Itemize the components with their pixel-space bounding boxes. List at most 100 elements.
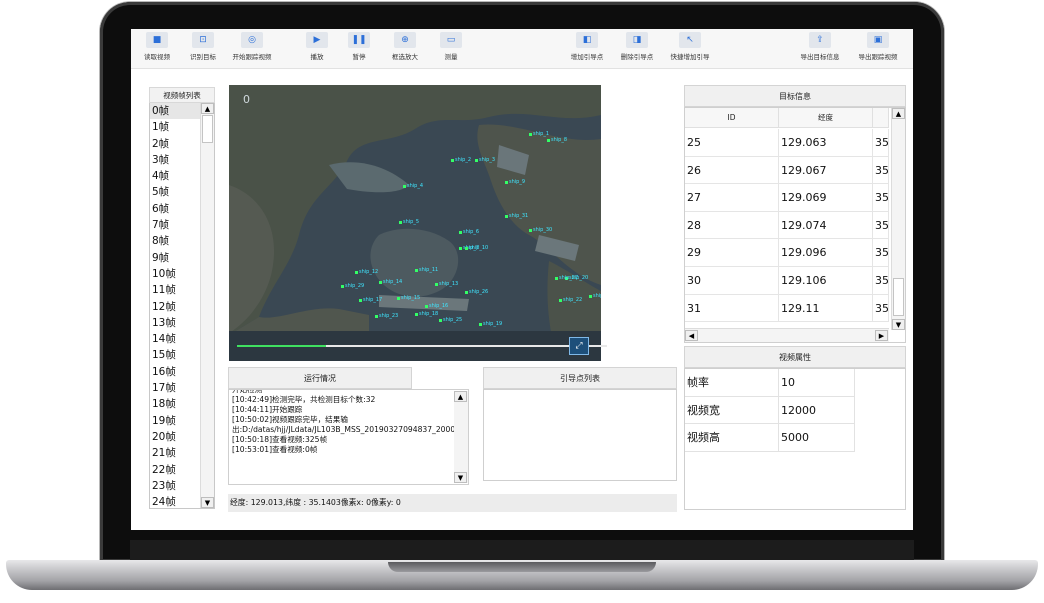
export-tracking-video-button[interactable]: ▣ 导出跟踪视频 xyxy=(849,32,907,68)
frame-list-scrollbar[interactable]: ▲ ▼ xyxy=(200,103,214,508)
quick-add-guide-button[interactable]: ↖ 快捷增加引导 xyxy=(665,32,715,68)
frame-list-item[interactable]: 5帧 xyxy=(150,184,202,200)
target-marker[interactable] xyxy=(465,291,468,294)
frame-list-item[interactable]: 11帧 xyxy=(150,282,202,298)
target-marker[interactable] xyxy=(529,133,532,136)
scroll-thumb[interactable] xyxy=(893,278,904,316)
frame-list[interactable]: 0帧 1帧 2帧 3帧 4帧 5帧 6帧 7帧 8帧 9帧 10帧 11帧 12帧 13帧 14帧 15帧 16… xyxy=(149,103,215,509)
start-tracking-button[interactable]: ◎ 开始跟踪视频 xyxy=(227,32,277,68)
target-marker[interactable] xyxy=(559,299,562,302)
pause-button[interactable]: ❚❚ 暂停 xyxy=(343,32,375,68)
frame-list-item[interactable]: 7帧 xyxy=(150,217,202,233)
frame-list-item[interactable]: 12帧 xyxy=(150,299,202,315)
table-cell: 26 xyxy=(685,156,779,185)
table-row[interactable]: 30129.10635. xyxy=(685,267,889,295)
scroll-right-icon[interactable]: ▶ xyxy=(875,330,888,341)
frame-list-item[interactable]: 24帧 xyxy=(150,494,202,510)
target-info-table[interactable]: ID 经度 ▲ ▼ ◀ ▶ 25129.06335.26129.06735.27… xyxy=(684,107,906,343)
frame-list-item[interactable]: 20帧 xyxy=(150,429,202,445)
frame-list-item[interactable]: 15帧 xyxy=(150,347,202,363)
delete-guide-button[interactable]: ◨ 删除引导点 xyxy=(615,32,659,68)
target-marker[interactable] xyxy=(415,313,418,316)
target-marker[interactable] xyxy=(459,247,462,250)
scroll-left-icon[interactable]: ◀ xyxy=(685,330,698,341)
frame-list-item[interactable]: 19帧 xyxy=(150,413,202,429)
column-header-id[interactable]: ID xyxy=(685,108,779,128)
laptop-bezel-bottom xyxy=(130,540,914,560)
detect-target-button[interactable]: ⊡ 识别目标 xyxy=(183,32,223,68)
target-table-vscroll[interactable]: ▲ ▼ xyxy=(891,108,905,330)
target-marker[interactable] xyxy=(425,305,428,308)
frame-list-item[interactable]: 1帧 xyxy=(150,119,202,135)
target-marker[interactable] xyxy=(475,159,478,162)
guide-points-list[interactable] xyxy=(483,389,677,481)
read-video-button[interactable]: ■ 读取视频 xyxy=(137,32,177,68)
target-marker[interactable] xyxy=(355,271,358,274)
target-marker[interactable] xyxy=(465,247,468,250)
target-marker[interactable] xyxy=(399,221,402,224)
target-marker[interactable] xyxy=(505,215,508,218)
frame-list-item[interactable]: 13帧 xyxy=(150,315,202,331)
table-row[interactable]: 26129.06735. xyxy=(685,156,889,185)
scroll-down-icon[interactable]: ▼ xyxy=(892,319,905,330)
target-label: ship_13 xyxy=(439,281,459,287)
target-marker[interactable] xyxy=(529,229,532,232)
scroll-up-icon[interactable]: ▲ xyxy=(454,391,467,402)
table-row[interactable]: 25129.06335. xyxy=(685,129,889,157)
log-scrollbar[interactable]: ▲ ▼ xyxy=(454,391,468,483)
target-marker[interactable] xyxy=(479,323,482,326)
scroll-down-icon[interactable]: ▼ xyxy=(454,472,467,483)
add-guide-button[interactable]: ◧ 增加引导点 xyxy=(565,32,609,68)
zoom-select-button[interactable]: ⊕ 框选放大 xyxy=(385,32,425,68)
scroll-thumb[interactable] xyxy=(202,115,213,143)
frame-list-item[interactable]: 6帧 xyxy=(150,201,202,217)
table-row[interactable]: 27129.06935. xyxy=(685,184,889,212)
target-marker[interactable] xyxy=(403,185,406,188)
target-marker[interactable] xyxy=(435,283,438,286)
frame-list-item[interactable]: 4帧 xyxy=(150,168,202,184)
target-marker[interactable] xyxy=(459,231,462,234)
frame-list-item[interactable]: 0帧 xyxy=(150,103,202,120)
scroll-down-icon[interactable]: ▼ xyxy=(201,497,214,508)
target-marker[interactable] xyxy=(451,159,454,162)
frame-list-item[interactable]: 23帧 xyxy=(150,478,202,494)
frame-list-item[interactable]: 17帧 xyxy=(150,380,202,396)
target-marker[interactable] xyxy=(359,299,362,302)
scroll-up-icon[interactable]: ▲ xyxy=(201,103,214,114)
play-button[interactable]: ▶ 播放 xyxy=(301,32,333,68)
fullscreen-icon[interactable]: ⤢ xyxy=(569,337,589,355)
target-marker[interactable] xyxy=(589,295,592,298)
scroll-up-icon[interactable]: ▲ xyxy=(892,108,905,119)
table-row[interactable]: 29129.09635. xyxy=(685,239,889,267)
video-viewer[interactable]: 0 ship_0ship_1ship_2ship_3ship_4ship_5sh… xyxy=(229,85,601,361)
target-table-hscroll[interactable]: ◀ ▶ xyxy=(685,328,889,342)
export-target-info-button[interactable]: ⇪ 导出目标信息 xyxy=(795,32,845,68)
table-row[interactable]: 28129.07435. xyxy=(685,211,889,240)
run-log[interactable]: 开始检测 [10:42:49]检测完毕，共检测目标个数:32 [10:44:11]开… xyxy=(228,389,469,485)
target-marker[interactable] xyxy=(555,277,558,280)
target-marker[interactable] xyxy=(341,285,344,288)
measure-button[interactable]: ▭ 测量 xyxy=(435,32,467,68)
target-marker[interactable] xyxy=(375,315,378,318)
frame-list-item[interactable]: 2帧 xyxy=(150,136,202,152)
frame-list-item[interactable]: 14帧 xyxy=(150,331,202,347)
target-marker[interactable] xyxy=(379,281,382,284)
frame-list-item[interactable]: 9帧 xyxy=(150,250,202,266)
frame-list-item[interactable]: 8帧 xyxy=(150,233,202,249)
frame-list-item[interactable]: 3帧 xyxy=(150,152,202,168)
column-header-longitude[interactable]: 经度 xyxy=(779,108,873,128)
target-marker[interactable] xyxy=(415,269,418,272)
frame-list-item[interactable]: 18帧 xyxy=(150,396,202,412)
frame-list-item[interactable]: 21帧 xyxy=(150,445,202,461)
target-marker[interactable] xyxy=(439,319,442,322)
frame-list-item[interactable]: 22帧 xyxy=(150,462,202,478)
props-value: 5000 xyxy=(779,424,855,452)
target-marker[interactable] xyxy=(505,181,508,184)
progress-track[interactable] xyxy=(237,345,607,347)
frame-list-item[interactable]: 16帧 xyxy=(150,364,202,380)
frame-list-item[interactable]: 10帧 xyxy=(150,266,202,282)
target-marker[interactable] xyxy=(397,297,400,300)
column-header-latitude[interactable] xyxy=(873,108,889,128)
table-row[interactable]: 31129.1135. xyxy=(685,294,889,323)
target-marker[interactable] xyxy=(547,139,550,142)
